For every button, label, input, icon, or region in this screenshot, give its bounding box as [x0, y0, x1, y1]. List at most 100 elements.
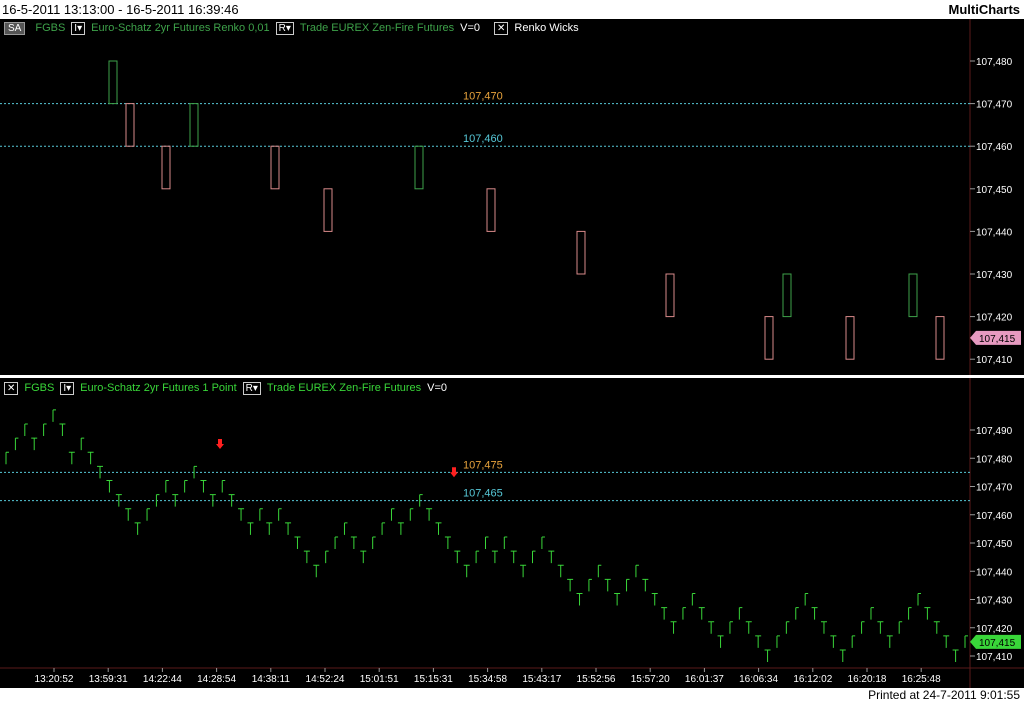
point-mark — [597, 564, 602, 578]
point-mark — [811, 607, 818, 620]
printed-timestamp: Printed at 24-7-2011 9:01:55 — [868, 688, 1020, 702]
time-tick-label: 14:38:11 — [252, 674, 291, 685]
footer: Printed at 24-7-2011 9:01:55 — [0, 688, 1024, 703]
point-mark — [839, 649, 846, 662]
price-tick-label: 107,470 — [976, 483, 1013, 494]
time-tick-label: 13:20:52 — [35, 674, 74, 685]
sa-button[interactable]: SA — [4, 22, 26, 35]
bottom-symbol: FGBS — [24, 382, 55, 394]
point-mark — [670, 621, 677, 634]
top-price-axis: 107,480 107,470 107,460 107,450 107,440 107,4… — [970, 57, 1021, 366]
bottom-pane-header: ✕ FGBS I▾ Euro-Schatz 2yr Futures 1 Point R▾… — [4, 381, 453, 395]
point-mark — [717, 635, 724, 648]
point-mark — [943, 635, 950, 648]
point-mark — [381, 522, 386, 535]
chart-area[interactable]: 107,470 107,460 107,480 107,470 107,460 107,… — [0, 19, 1024, 688]
bottom-data-type: Trade EUREX Zen-Fire Futures — [266, 382, 422, 394]
point-mark — [557, 564, 564, 578]
price-tick-label: 107,460 — [976, 142, 1013, 153]
renko-brick — [125, 103, 135, 147]
point-mark — [146, 508, 151, 521]
point-mark — [200, 480, 207, 493]
point-mark — [444, 536, 451, 549]
level-label: 107,460 — [463, 133, 503, 145]
top-volume: V=0 — [460, 22, 481, 34]
resolution-menu-icon[interactable]: R▾ — [275, 21, 294, 35]
time-tick-label: 15:15:31 — [414, 674, 453, 685]
renko-brick — [764, 316, 774, 360]
chart-canvas[interactable]: 107,470107,460 107,480107,470107,460107,… — [0, 19, 1024, 688]
point-mark — [209, 494, 216, 507]
point-mark — [933, 621, 940, 634]
point-mark — [764, 649, 771, 662]
price-tick-label: 107,440 — [976, 227, 1013, 238]
renko-brick — [108, 60, 118, 105]
renko-bricks — [108, 60, 945, 360]
sell-arrow-icon — [450, 467, 458, 478]
time-tick-label: 14:52:24 — [306, 674, 345, 685]
point-mark — [898, 621, 903, 634]
point-mark — [278, 508, 282, 521]
renko-brick — [935, 316, 945, 360]
point-mark — [682, 607, 686, 620]
close-icon[interactable]: ✕ — [494, 21, 509, 35]
close-icon[interactable]: ✕ — [4, 381, 19, 395]
sell-arrow-icon — [216, 438, 224, 449]
point-mark — [31, 437, 38, 451]
point-mark — [397, 522, 404, 535]
point-mark — [87, 451, 94, 465]
point-mark — [830, 635, 837, 648]
point-mark — [125, 508, 132, 521]
point-mark — [745, 621, 752, 634]
top-symbol: FGBS — [35, 22, 66, 34]
level-label: 107,470 — [463, 91, 503, 103]
price-tick-label: 107,420 — [976, 313, 1013, 324]
price-tick-label: 107,410 — [976, 355, 1013, 366]
time-tick-label: 16:06:34 — [739, 674, 778, 685]
time-tick-label: 15:01:51 — [360, 674, 399, 685]
price-tick-label: 107,430 — [976, 596, 1013, 607]
point-mark — [820, 621, 827, 634]
point-mark — [426, 508, 433, 521]
price-tick-label: 107,480 — [976, 454, 1013, 465]
date-range: 16-5-2011 13:13:00 - 16-5-2011 16:39:46 — [2, 2, 239, 17]
point-mark — [52, 409, 57, 422]
point-mark — [604, 578, 611, 592]
resolution-menu-icon[interactable]: R▾ — [242, 381, 261, 395]
price-tick-label: 107,410 — [976, 652, 1013, 663]
price-tick-label: 107,490 — [976, 426, 1013, 437]
point-mark — [614, 593, 621, 606]
point-mark — [491, 550, 498, 564]
bottom-price-axis: 107,490 107,480 107,470 107,460 107,450 107,4… — [970, 426, 1021, 663]
symbol-menu-icon[interactable]: I▾ — [60, 381, 75, 395]
point-mark — [729, 621, 733, 634]
indicator-name: Renko Wicks — [514, 22, 579, 34]
point-mark — [886, 635, 893, 648]
top-data-type: Trade EUREX Zen-Fire Futures — [299, 22, 455, 34]
point-mark — [785, 621, 790, 634]
point-mark — [475, 550, 480, 564]
level-label: 107,475 — [463, 459, 503, 471]
point-mark — [303, 550, 310, 564]
point-mark — [964, 635, 968, 648]
point-mark — [541, 536, 545, 549]
point-mark — [626, 578, 630, 592]
point-mark — [635, 564, 639, 578]
renko-brick — [189, 103, 199, 147]
point-mark — [266, 522, 273, 535]
point-mark — [861, 621, 865, 634]
price-tick-label: 107,440 — [976, 567, 1013, 578]
time-tick-label: 14:28:54 — [197, 674, 236, 685]
point-mark — [325, 550, 329, 564]
point-mark — [409, 508, 414, 521]
price-tick-label: 107,430 — [976, 270, 1013, 281]
point-mark — [68, 451, 75, 465]
point-mark — [870, 607, 874, 620]
price-tick-label: 107,450 — [976, 539, 1013, 550]
bottom-description: Euro-Schatz 2yr Futures 1 Point — [80, 382, 237, 394]
renko-brick — [782, 273, 792, 318]
point-mark — [708, 621, 715, 634]
renko-brick — [665, 273, 675, 318]
point-mark — [924, 607, 931, 620]
symbol-menu-icon[interactable]: I▾ — [71, 21, 86, 35]
